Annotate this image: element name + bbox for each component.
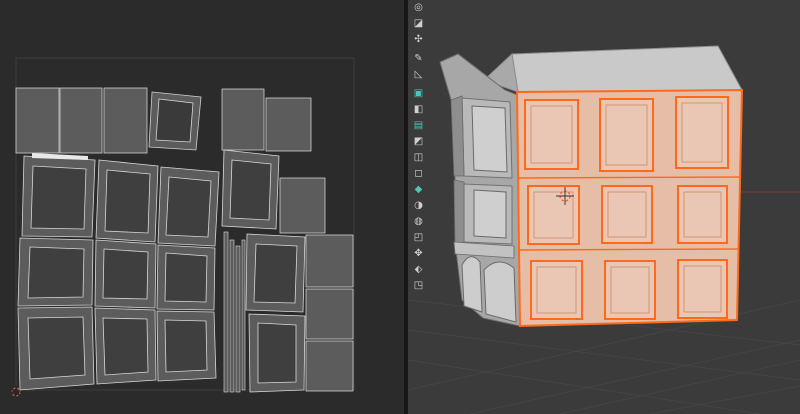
measure-icon[interactable]: ◺: [410, 67, 427, 82]
uv-window-inner: [155, 98, 194, 143]
inset-icon[interactable]: ▤: [410, 118, 427, 133]
viewport-toolbar: ◎ ◪ ✣ ✎ ◺ ▣ ◧ ▤ ◩ ◫ ◻ ◆ ◑ ◍ ◰ ✥ ⬖ ◳: [410, 0, 427, 293]
uv-canvas[interactable]: [0, 0, 404, 414]
knife-icon[interactable]: ◻: [410, 166, 427, 181]
3d-viewport[interactable]: [408, 0, 800, 414]
uv-island[interactable]: [279, 177, 326, 234]
uv-editor[interactable]: [0, 0, 404, 414]
extrude-icon[interactable]: ◧: [410, 102, 427, 117]
shear-icon[interactable]: ⬖: [410, 262, 427, 277]
wing-arch-right[interactable]: [483, 261, 517, 323]
edge-slide-icon[interactable]: ◰: [410, 230, 427, 245]
move-icon[interactable]: ✣: [410, 32, 427, 47]
uv-window-grid[interactable]: [17, 149, 306, 393]
uv-island[interactable]: [305, 234, 354, 288]
front-face-windows[interactable]: [524, 96, 729, 320]
uv-island[interactable]: [265, 97, 312, 152]
viewport-canvas[interactable]: [408, 0, 800, 414]
uv-island[interactable]: [15, 87, 60, 154]
wing-arch-left[interactable]: [461, 256, 483, 313]
smooth-icon[interactable]: ◍: [410, 214, 427, 229]
uv-island[interactable]: [103, 87, 148, 154]
rip-icon[interactable]: ◳: [410, 278, 427, 293]
add-cube-icon[interactable]: ▣: [410, 86, 427, 101]
shrink-fatten-icon[interactable]: ✥: [410, 246, 427, 261]
uv-island[interactable]: [305, 288, 354, 340]
bevel-icon[interactable]: ◩: [410, 134, 427, 149]
uv-island[interactable]: [221, 88, 265, 151]
roof-top[interactable]: [511, 45, 743, 93]
uv-island[interactable]: [305, 340, 354, 392]
annotate-icon[interactable]: ✎: [410, 51, 427, 66]
select-box-icon[interactable]: ◪: [410, 16, 427, 31]
cursor-icon[interactable]: ◎: [410, 0, 427, 15]
spin-icon[interactable]: ◑: [410, 198, 427, 213]
uv-island[interactable]: [59, 87, 103, 154]
poly-build-icon[interactable]: ◆: [410, 182, 427, 197]
loop-cut-icon[interactable]: ◫: [410, 150, 427, 165]
uv-strip-islands[interactable]: [223, 231, 246, 393]
